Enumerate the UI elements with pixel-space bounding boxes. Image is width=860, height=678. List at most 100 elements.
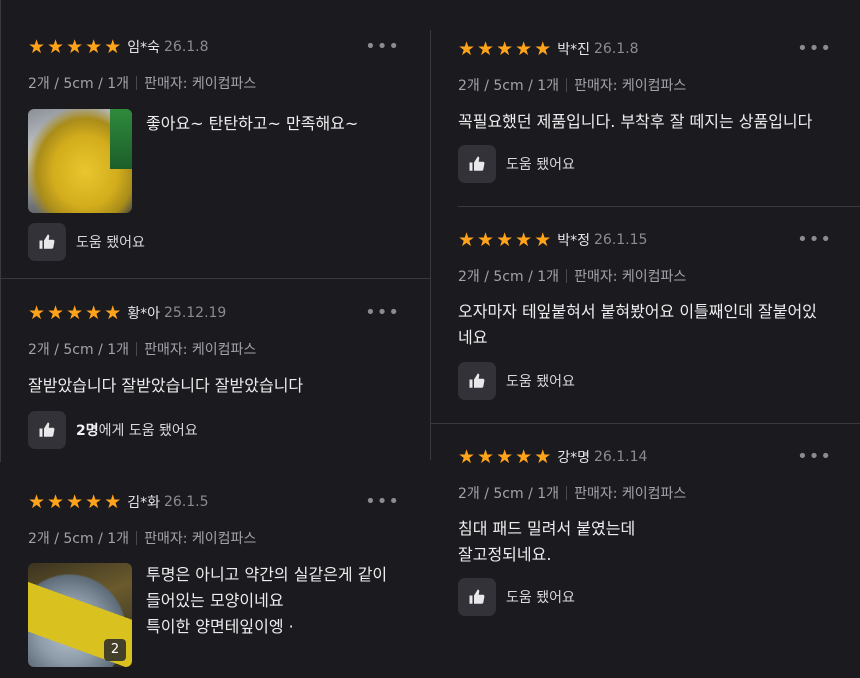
reviewer-name: 박*진	[557, 42, 590, 58]
option-info: 2개 / 5cm / 1개	[28, 342, 130, 358]
star-icon: ★	[477, 446, 495, 468]
helpful-button[interactable]	[28, 411, 66, 449]
review-content: 좋아요~ 탄탄하고~ 만족해요~	[28, 109, 400, 213]
helpful-button[interactable]	[28, 223, 66, 261]
review-card: ★ ★ ★ ★ ★ 박*진 26.1.8 ••• 2개 / 5cm / 1개 판…	[458, 39, 832, 183]
review-text: 꼭필요했던 제품입니다. 부착후 잘 떼지는 상품입니다	[458, 112, 813, 131]
more-dots-icon[interactable]: •••	[365, 492, 400, 512]
review-text: 투명은 아니고 약간의 실같은게 같이 들어있는 모양이네요 특이한 양면테잎이…	[146, 562, 387, 667]
helpful-row: 도움 됐어요	[458, 578, 832, 616]
seller-info: 판매자: 케이컴파스	[574, 78, 687, 94]
review-divider	[0, 278, 430, 279]
star-rating: ★ ★ ★ ★ ★	[28, 37, 121, 57]
star-icon: ★	[104, 302, 122, 324]
star-icon: ★	[28, 36, 46, 58]
helpful-row: 도움 됐어요	[28, 223, 400, 261]
review-text-line: 특이한 양면테잎이엥 ·	[146, 617, 294, 636]
star-icon: ★	[85, 302, 103, 324]
more-dots-icon[interactable]: •••	[365, 303, 400, 323]
helpful-label: 도움 됐어요	[506, 157, 575, 173]
review-text-line: 네요	[458, 328, 488, 347]
star-icon: ★	[28, 491, 46, 513]
helpful-suffix: 에게 도움 됐어요	[98, 423, 198, 439]
star-icon: ★	[458, 229, 476, 251]
star-icon: ★	[515, 229, 533, 251]
thumbs-up-icon	[469, 589, 485, 604]
review-meta: 2개 / 5cm / 1개 판매자: 케이컴파스	[458, 75, 832, 95]
more-dots-icon[interactable]: •••	[365, 37, 400, 57]
review-meta: 2개 / 5cm / 1개 판매자: 케이컴파스	[28, 73, 400, 93]
star-icon: ★	[534, 446, 552, 468]
review-date: 26.1.14	[594, 449, 648, 465]
reviewer-name: 김*화	[127, 495, 160, 511]
review-text-line: 잘고정되네요.	[458, 545, 552, 564]
thumbs-up-icon	[39, 234, 55, 249]
review-text: 좋아요~ 탄탄하고~ 만족해요~	[146, 114, 359, 133]
review-text: 잘받았습니다 잘받았습니다 잘받았습니다	[28, 376, 304, 395]
review-header: ★ ★ ★ ★ ★ 강*명 26.1.14 •••	[458, 446, 832, 468]
review-card: ★ ★ ★ ★ ★ 박*정 26.1.15 ••• 2개 / 5cm / 1개 …	[458, 230, 832, 400]
review-header: ★ ★ ★ ★ ★ 박*정 26.1.15 •••	[458, 230, 832, 251]
reviewer-name: 강*명	[557, 450, 590, 466]
meta-separator	[566, 78, 568, 92]
reviewer-name: 황*아	[127, 306, 160, 322]
review-photo[interactable]	[28, 109, 132, 213]
meta-separator	[136, 342, 138, 356]
seller-info: 판매자: 케이컴파스	[144, 76, 257, 92]
review-divider	[430, 423, 860, 424]
star-icon: ★	[534, 38, 552, 60]
star-icon: ★	[477, 38, 495, 60]
review-text-line: 오자마자 테잎붙혀서 붙혀봤어요 이틀째인데 잘붙어있	[458, 302, 817, 321]
review-photo[interactable]: 2	[28, 563, 132, 667]
review-text: 오자마자 테잎붙혀서 붙혀봤어요 이틀째인데 잘붙어있 네요	[458, 299, 832, 351]
reviews-column-right: ★ ★ ★ ★ ★ 박*진 26.1.8 ••• 2개 / 5cm / 1개 판…	[430, 0, 860, 678]
review-content: 2 투명은 아니고 약간의 실같은게 같이 들어있는 모양이네요 특이한 양면테…	[28, 563, 400, 667]
star-icon: ★	[496, 446, 514, 468]
helpful-row: 도움 됐어요	[458, 362, 832, 400]
star-icon: ★	[85, 491, 103, 513]
helpful-label: 2명에게 도움 됐어요	[76, 420, 198, 440]
option-info: 2개 / 5cm / 1개	[458, 269, 560, 285]
meta-separator	[566, 486, 568, 500]
star-icon: ★	[515, 38, 533, 60]
helpful-label: 도움 됐어요	[506, 374, 575, 390]
review-meta: 2개 / 5cm / 1개 판매자: 케이컴파스	[458, 483, 832, 503]
star-icon: ★	[534, 229, 552, 251]
review-card: ★ ★ ★ ★ ★ 임*숙 26.1.8 ••• 2개 / 5cm / 1개 판…	[28, 37, 400, 261]
helpful-button[interactable]	[458, 578, 496, 616]
helpful-label: 도움 됐어요	[506, 590, 575, 606]
star-rating: ★ ★ ★ ★ ★	[28, 492, 121, 512]
review-date: 26.1.8	[164, 39, 209, 55]
review-card: ★ ★ ★ ★ ★ 김*화 26.1.5 ••• 2개 / 5cm / 1개 판…	[28, 492, 400, 667]
star-icon: ★	[104, 491, 122, 513]
option-info: 2개 / 5cm / 1개	[28, 531, 130, 547]
helpful-count: 2명	[76, 423, 99, 439]
star-icon: ★	[458, 38, 476, 60]
thumbs-up-icon	[469, 373, 485, 388]
review-card: ★ ★ ★ ★ ★ 강*명 26.1.14 ••• 2개 / 5cm / 1개 …	[458, 447, 832, 616]
thumbs-up-icon	[39, 422, 55, 437]
reviewer-name: 박*정	[557, 233, 590, 249]
helpful-button[interactable]	[458, 145, 496, 183]
star-icon: ★	[515, 446, 533, 468]
review-card: ★ ★ ★ ★ ★ 황*아 25.12.19 ••• 2개 / 5cm / 1개…	[28, 303, 400, 449]
star-icon: ★	[477, 229, 495, 251]
more-dots-icon[interactable]: •••	[797, 447, 832, 467]
star-rating: ★ ★ ★ ★ ★	[458, 230, 551, 250]
review-text-line: 투명은 아니고 약간의 실같은게 같이	[146, 565, 388, 584]
helpful-button[interactable]	[458, 362, 496, 400]
star-icon: ★	[47, 36, 65, 58]
review-date: 26.1.8	[594, 41, 639, 57]
review-text: 침대 패드 밀려서 붙였는데 잘고정되네요.	[458, 516, 832, 568]
review-header: ★ ★ ★ ★ ★ 황*아 25.12.19 •••	[28, 302, 400, 324]
review-header: ★ ★ ★ ★ ★ 임*숙 26.1.8 •••	[28, 37, 400, 58]
review-date: 26.1.15	[594, 232, 648, 248]
more-dots-icon[interactable]: •••	[797, 39, 832, 59]
helpful-row: 도움 됐어요	[458, 145, 832, 183]
meta-separator	[136, 531, 138, 545]
seller-info: 판매자: 케이컴파스	[144, 342, 257, 358]
seller-info: 판매자: 케이컴파스	[574, 486, 687, 502]
option-info: 2개 / 5cm / 1개	[28, 76, 130, 92]
review-header: ★ ★ ★ ★ ★ 김*화 26.1.5 •••	[28, 492, 400, 513]
more-dots-icon[interactable]: •••	[797, 230, 832, 250]
